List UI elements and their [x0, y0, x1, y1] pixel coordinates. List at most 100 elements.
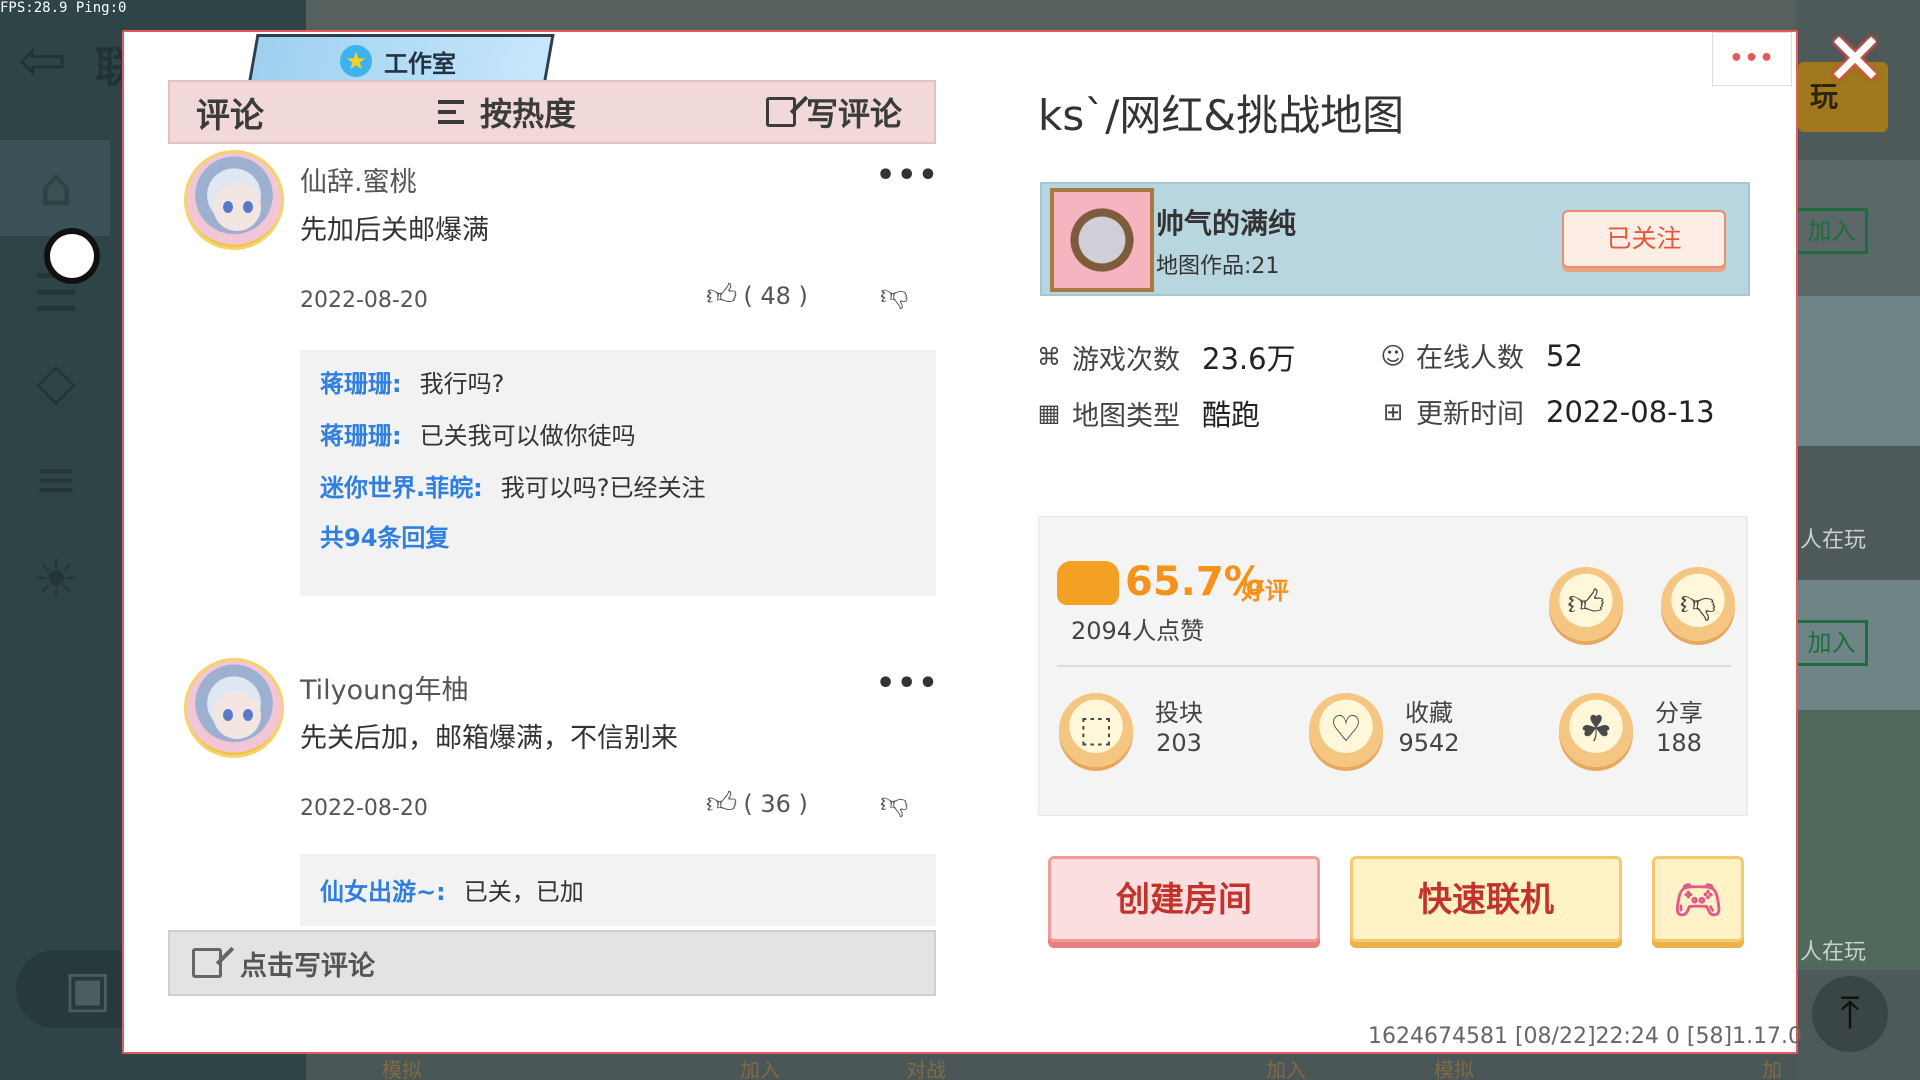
background-join-button[interactable]: 加入 — [1798, 208, 1868, 254]
bottom-label[interactable]: 加入 — [740, 1054, 780, 1080]
thumbs-down-icon[interactable]: 👎︎ — [880, 786, 908, 820]
reply-item: 迷你世界.菲皖: 我可以吗?已经关注 — [320, 468, 705, 503]
sort-label: 按热度 — [480, 95, 577, 133]
thumbs-up-icon: 👍︎ — [706, 786, 738, 821]
close-icon[interactable]: ✕ — [1822, 23, 1888, 95]
floating-assist-button[interactable] — [44, 228, 100, 284]
heart-icon[interactable]: ♡ — [1309, 693, 1383, 767]
avatar[interactable] — [184, 150, 284, 250]
sort-icon — [438, 97, 472, 127]
rating-panel: 65.7% 好评 2094人点赞 👍︎ 👎︎ ⬚ 投块 203 ♡ 收藏 954… — [1038, 516, 1748, 816]
thumbs-up-icon: 👍︎ — [706, 278, 738, 313]
star-icon: ★ — [340, 45, 372, 77]
bottom-label: 模拟 — [382, 1058, 422, 1080]
commenter-name[interactable]: Tilyoung年柚 — [300, 668, 469, 707]
bottom-label[interactable]: 加入 — [1762, 1054, 1796, 1080]
edit-icon — [192, 948, 222, 978]
reply-text: 我可以吗?已经关注 — [500, 474, 706, 502]
thumbs-up-icon[interactable]: 👍︎ — [1549, 567, 1623, 641]
reply-author[interactable]: 蒋珊珊: — [320, 422, 402, 450]
share-icon[interactable]: ☘ — [1559, 693, 1633, 767]
stat-online: ☺ 在线人数 52 — [1380, 336, 1583, 375]
background-playing-count: 人在玩 — [1800, 528, 1867, 553]
comment-section-title: 评论 — [196, 95, 264, 136]
view-all-replies-link[interactable]: 共94条回复 — [320, 518, 449, 553]
stat-label: 游戏次数 — [1072, 344, 1180, 376]
more-options-icon[interactable]: ••• — [876, 158, 936, 193]
bottom-label[interactable]: 加入 — [1266, 1054, 1306, 1080]
more-options-icon[interactable]: ••• — [876, 666, 936, 701]
stat-value: 23.6万 — [1202, 342, 1296, 376]
reply-item: 蒋珊珊: 已关我可以做你徒吗 — [320, 416, 636, 451]
comment-text: 先关后加，邮箱爆满，不信别来 — [300, 723, 678, 754]
map-title: ks`/网红&挑战地图 — [1038, 91, 1405, 140]
grid-icon: ▦ — [1037, 399, 1061, 427]
author-card: 帅气的满纯 地图作品:21 已关注 — [1040, 182, 1750, 296]
reply-author[interactable]: 迷你世界.菲皖: — [320, 474, 483, 502]
comment-date: 2022-08-20 — [300, 288, 428, 313]
action-value: 9542 — [1398, 729, 1460, 757]
follow-button[interactable]: 已关注 — [1562, 210, 1726, 268]
reply-box: 仙女出游~: 已关，已加 — [300, 854, 936, 926]
diamond-icon[interactable]: ◇ — [24, 350, 88, 414]
author-name[interactable]: 帅气的满纯 — [1156, 202, 1296, 242]
background-join-button[interactable]: 加入 — [1798, 620, 1868, 666]
action-label: 收藏 — [1405, 699, 1453, 727]
reply-text: 我行吗? — [419, 370, 505, 398]
gallery-icon: ▣ — [64, 960, 112, 1018]
quick-join-button[interactable]: 快速联机 — [1350, 856, 1622, 942]
comment-item: 仙辞.蜜桃 先加后关邮爆满 ••• 2022-08-20 👍︎ ( 48 ) 👎… — [168, 150, 936, 600]
like-button[interactable]: 👍︎ ( 48 ) — [706, 278, 808, 314]
divider — [1057, 665, 1731, 667]
reply-author[interactable]: 仙女出游~: — [320, 878, 446, 906]
more-menu-button[interactable]: ••• — [1712, 32, 1792, 86]
stat-label: 在线人数 — [1416, 343, 1524, 374]
background-card — [1798, 710, 1920, 970]
like-button[interactable]: 👍︎ ( 36 ) — [706, 786, 808, 822]
background-bottom-row: 模拟 加入 对战 加入 模拟 加入 — [306, 1054, 1796, 1080]
reply-item: 仙女出游~: 已关，已加 — [320, 872, 584, 907]
version-info: 1624674581 [08/22]22:24 0 [58]1.17.0 — [1368, 1024, 1803, 1049]
write-comment-button[interactable]: 写评论 — [766, 89, 902, 135]
gamepad-icon: ⌘ — [1037, 343, 1061, 371]
thumbs-down-icon[interactable]: 👎︎ — [1661, 567, 1735, 641]
block-icon[interactable]: ⬚ — [1059, 693, 1133, 767]
thumbs-down-icon[interactable]: 👎︎ — [880, 278, 908, 312]
comment-list[interactable]: 仙辞.蜜桃 先加后关邮爆满 ••• 2022-08-20 👍︎ ( 48 ) 👎… — [168, 146, 936, 926]
fps-counter: FPS:28.9 Ping:0 — [0, 0, 127, 16]
comment-header: 评论 按热度 写评论 — [168, 80, 936, 144]
write-comment-bar[interactable]: 点击写评论 — [168, 930, 936, 996]
background-card — [1798, 296, 1920, 446]
comment-date: 2022-08-20 — [300, 796, 428, 821]
gamepad-icon[interactable]: 🎮︎ — [1652, 856, 1744, 942]
stat-plays: ⌘ 游戏次数 23.6万 — [1036, 336, 1296, 378]
idea-icon[interactable]: ☀ — [24, 548, 88, 612]
stat-value: 52 — [1546, 338, 1583, 373]
commenter-name[interactable]: 仙辞.蜜桃 — [300, 160, 417, 199]
stat-value: 酷跑 — [1202, 398, 1261, 432]
avatar[interactable] — [184, 658, 284, 758]
studio-tab-content[interactable]: ★ 工作室 — [290, 38, 540, 84]
reply-author[interactable]: 蒋珊珊: — [320, 370, 402, 398]
studio-tab-label: 工作室 — [384, 49, 456, 78]
stat-updated: ⊞ 更新时间 2022-08-13 — [1380, 392, 1715, 431]
background-playing-count: 人在玩 — [1800, 940, 1867, 965]
layers-icon[interactable]: ≡ — [24, 448, 88, 512]
rating-likes-count: 2094人点赞 — [1071, 617, 1205, 645]
back-arrow-icon[interactable]: ⇦ — [18, 30, 94, 90]
action-value: 203 — [1156, 729, 1202, 757]
rating-good-label: 好评 — [1241, 577, 1289, 605]
reply-box: 蒋珊珊: 我行吗? 蒋珊珊: 已关我可以做你徒吗 迷你世界.菲皖: 我可以吗?已经关注… — [300, 350, 936, 596]
create-room-button[interactable]: 创建房间 — [1048, 856, 1320, 942]
bottom-label: 对战 — [906, 1058, 946, 1080]
author-avatar[interactable] — [1050, 188, 1154, 292]
scroll-top-icon[interactable]: ⤒ — [1812, 976, 1888, 1052]
action-value: 188 — [1656, 729, 1702, 757]
comment-item: Tilyoung年柚 先关后加，邮箱爆满，不信别来 ••• 2022-08-20… — [168, 658, 936, 926]
sort-by-hot-button[interactable]: 按热度 — [438, 89, 576, 135]
reply-item: 蒋珊珊: 我行吗? — [320, 364, 504, 399]
home-icon[interactable]: ⌂ — [24, 156, 88, 220]
stat-label: 更新时间 — [1416, 399, 1524, 430]
author-works-count: 地图作品:21 — [1156, 254, 1280, 279]
comment-text: 先加后关邮爆满 — [300, 215, 489, 246]
